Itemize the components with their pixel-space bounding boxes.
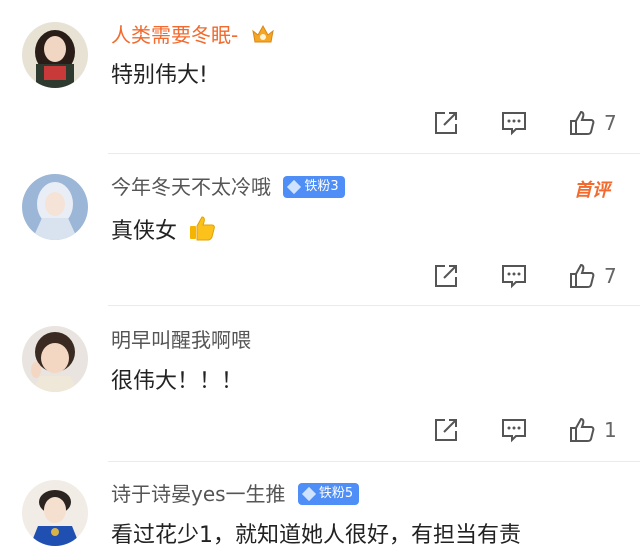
diamond-icon	[287, 179, 302, 195]
comment-item: 明早叫醒我啊喂 很伟大！！！ 1	[0, 306, 640, 461]
comment-item: 人类需要冬眠- 特别伟大! 7	[0, 0, 640, 153]
diamond-icon	[301, 486, 316, 502]
comment-button[interactable]	[500, 415, 528, 445]
like-count: 1	[604, 418, 617, 442]
like-icon	[570, 263, 595, 288]
comment-item: 今年冬天不太冷哦 铁粉3 首评 真侠女 7	[0, 154, 640, 305]
fan-badge: 铁粉5	[297, 483, 360, 505]
share-button[interactable]	[432, 261, 460, 291]
like-icon	[570, 417, 595, 442]
comment-text: 真侠女	[111, 214, 216, 250]
like-count: 7	[604, 111, 617, 135]
comment-text: 很伟大！！！	[111, 369, 244, 394]
comment-text-content: 真侠女	[111, 219, 178, 244]
comment-item: 诗于诗晏yes一生推 铁粉5 看过花少1，就知道她人很好，有担当有责	[0, 462, 640, 559]
avatar[interactable]	[22, 326, 88, 392]
share-button[interactable]	[432, 415, 460, 445]
like-icon	[570, 110, 595, 135]
share-icon	[435, 419, 457, 441]
avatar[interactable]	[22, 480, 88, 546]
comment-text: 特别伟大!	[111, 63, 208, 88]
crown-icon	[251, 23, 275, 50]
username-text: 诗于诗晏yes一生推	[111, 482, 286, 506]
share-icon	[435, 112, 457, 134]
comment-button[interactable]	[500, 108, 528, 138]
username-text: 人类需要冬眠-	[111, 23, 239, 47]
username-text: 明早叫醒我啊喂	[111, 328, 251, 352]
comment-icon	[502, 419, 526, 443]
badge-label: 铁粉5	[318, 486, 354, 501]
username[interactable]: 明早叫醒我啊喂	[111, 328, 251, 352]
comment-button[interactable]	[500, 261, 528, 291]
thumbs-up-icon	[188, 214, 216, 250]
fan-badge: 铁粉3	[283, 176, 345, 198]
comment-actions: 7	[432, 108, 632, 138]
username[interactable]: 人类需要冬眠-	[111, 23, 275, 50]
comment-actions: 1	[432, 415, 632, 445]
comment-actions: 7	[432, 261, 632, 291]
share-button[interactable]	[432, 108, 460, 138]
comment-icon	[502, 112, 526, 136]
first-comment-tag: 首评	[574, 180, 610, 201]
like-count: 7	[604, 264, 617, 288]
badge-label: 铁粉3	[304, 179, 339, 194]
share-icon	[435, 265, 457, 287]
username[interactable]: 诗于诗晏yes一生推 铁粉5	[111, 482, 360, 506]
like-button[interactable]: 7	[568, 261, 617, 291]
username[interactable]: 今年冬天不太冷哦 铁粉3	[111, 175, 345, 199]
like-button[interactable]: 7	[568, 108, 617, 138]
username-text: 今年冬天不太冷哦	[111, 175, 271, 199]
like-button[interactable]: 1	[568, 415, 617, 445]
comment-text: 看过花少1，就知道她人很好，有担当有责	[111, 523, 521, 548]
avatar[interactable]	[22, 174, 88, 240]
comment-icon	[502, 265, 526, 289]
avatar[interactable]	[22, 22, 88, 88]
